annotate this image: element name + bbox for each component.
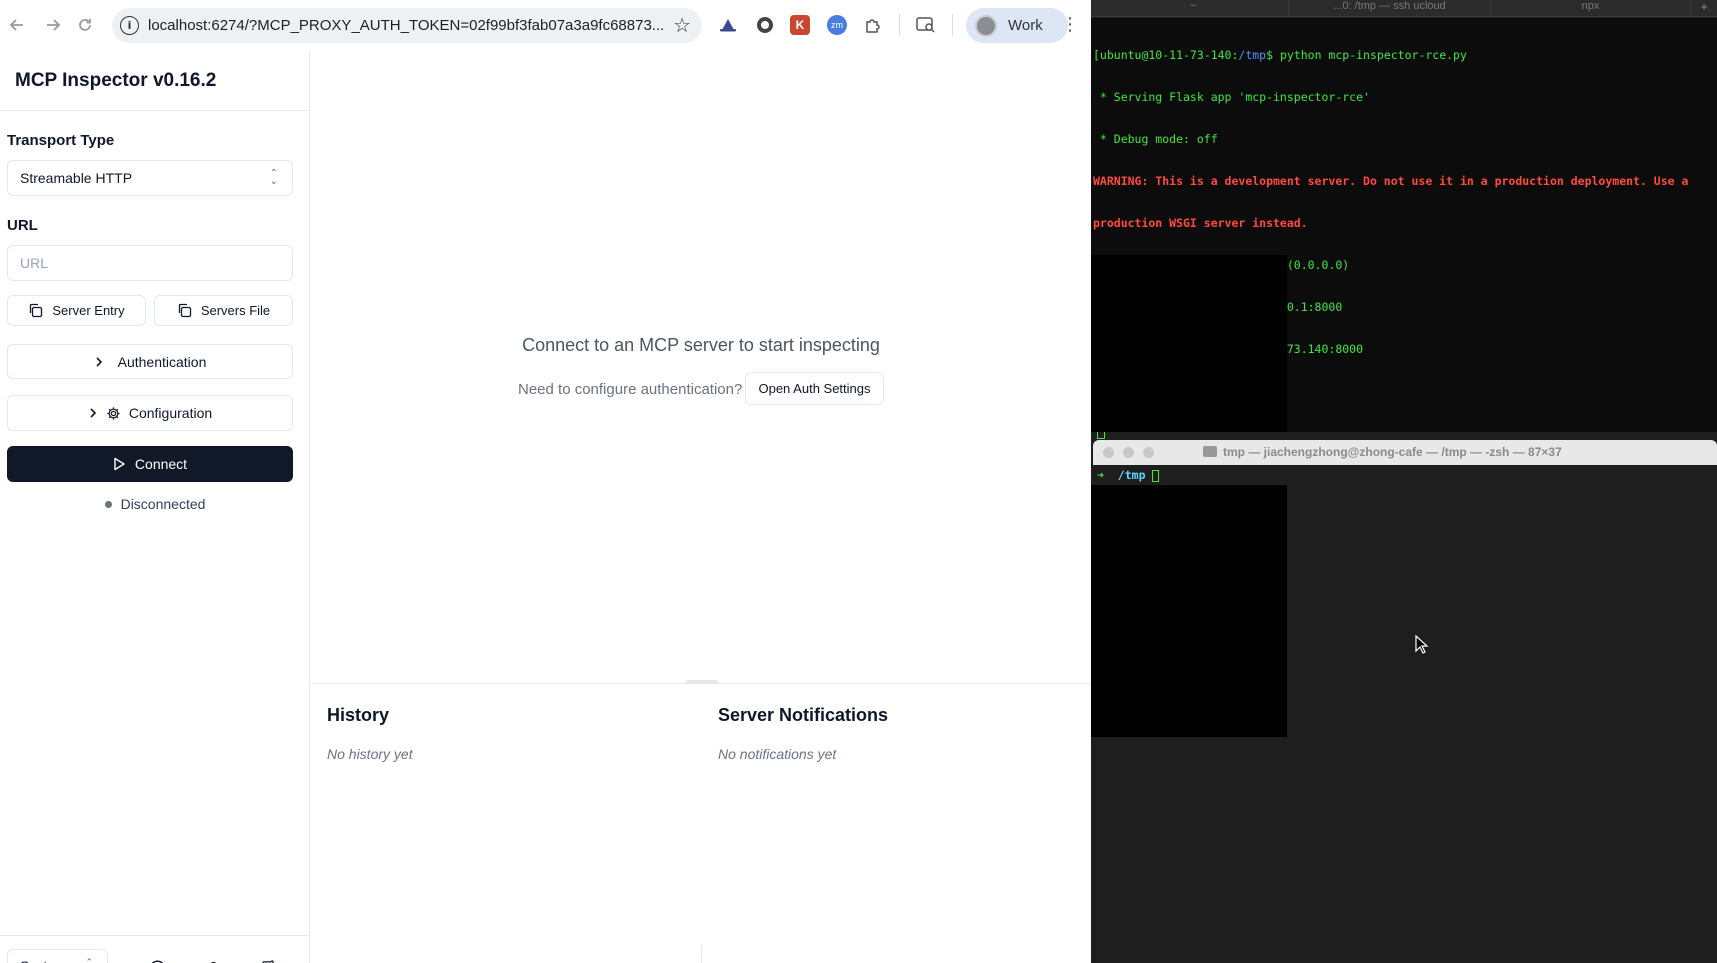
notifications-empty-text: No notifications yet — [718, 746, 837, 762]
auth-prompt-text: Need to configure authentication? — [518, 381, 743, 398]
url-label: URL — [7, 217, 38, 234]
terminal-window-title: tmp — jiachengzhong@zhong-cafe — /tmp — … — [1223, 445, 1562, 459]
back-icon[interactable] — [4, 12, 30, 38]
open-auth-settings-label: Open Auth Settings — [758, 381, 871, 396]
terminal-black-region — [1091, 485, 1287, 737]
minimize-window-icon[interactable] — [1123, 447, 1134, 458]
browser-menu-icon[interactable]: ⋮ — [1060, 14, 1080, 35]
terminal-line: * Serving Flask app 'mcp-inspector-rce' — [1093, 90, 1370, 104]
server-entry-label: Server Entry — [52, 303, 125, 318]
chevron-right-icon — [88, 407, 98, 419]
url-placeholder: URL — [20, 255, 49, 271]
k-extension-icon[interactable]: K — [790, 15, 810, 35]
profile-chip[interactable]: Work — [966, 8, 1068, 43]
terminal-black-region — [1091, 255, 1287, 432]
address-text[interactable]: localhost:6274/?MCP_PROXY_AUTH_TOKEN=02f… — [148, 17, 664, 34]
terminal-line: * Debug mode: off — [1093, 132, 1218, 146]
servers-file-label: Servers File — [200, 303, 271, 318]
connect-button[interactable]: Connect — [7, 446, 293, 482]
sidebar: MCP Inspector v0.16.2 Transport Type Str… — [0, 51, 310, 963]
terminal-tab[interactable]: ...0: /tmp — ssh ucloud — [1289, 0, 1491, 17]
terminal-command-line: [ubuntu@10-11-73-140:/tmp$ python mcp-in… — [1093, 48, 1713, 62]
servers-file-button[interactable]: Servers File — [154, 295, 293, 326]
maximize-window-icon[interactable] — [1143, 447, 1154, 458]
history-empty-text: No history yet — [327, 746, 413, 762]
transport-type-label: Transport Type — [7, 132, 115, 149]
terminal-area: ~ ...0: /tmp — ssh ucloud npx + [ubuntu@… — [1091, 0, 1717, 963]
help-circle-icon[interactable] — [147, 958, 167, 963]
resize-handle[interactable] — [686, 680, 718, 684]
toolbar-divider — [899, 14, 900, 36]
configuration-toggle[interactable]: Configuration — [7, 395, 293, 431]
history-title: History — [327, 705, 390, 725]
bookmark-star-icon[interactable]: ☆ — [673, 13, 691, 37]
main-panel: Connect to an MCP server to start inspec… — [311, 51, 1091, 963]
terminal-tab-bar: ~ ...0: /tmp — ssh ucloud npx + — [1091, 0, 1717, 17]
configuration-label: Configuration — [128, 405, 213, 421]
chevron-updown-icon: ⌃⌄ — [85, 958, 93, 963]
forward-icon[interactable] — [40, 12, 66, 38]
connection-status: Disconnected — [0, 496, 310, 512]
gear-icon — [106, 406, 121, 421]
new-tab-button[interactable]: + — [1694, 0, 1714, 17]
tab-search-icon[interactable] — [916, 15, 936, 35]
authentication-toggle[interactable]: Authentication — [7, 344, 293, 379]
copy-icon — [28, 303, 43, 318]
address-bar[interactable]: i localhost:6274/?MCP_PROXY_AUTH_TOKEN=0… — [112, 8, 702, 43]
prompt-dir: /tmp — [1238, 48, 1267, 62]
chevron-updown-icon: ⌃⌄ — [269, 168, 278, 187]
zsh-arrow: ➜ — [1097, 468, 1104, 482]
reload-icon[interactable] — [72, 12, 98, 38]
connect-label: Connect — [134, 456, 188, 472]
browser-window: i localhost:6274/?MCP_PROXY_AUTH_TOKEN=0… — [0, 0, 1091, 963]
prompt-user: [ubuntu@10-11-73-140: — [1093, 48, 1239, 62]
profile-label: Work — [1008, 17, 1043, 34]
notifications-title: Server Notifications — [718, 705, 889, 725]
close-window-icon[interactable] — [1103, 447, 1114, 458]
zoom-extension-icon[interactable]: zm — [827, 15, 847, 35]
toolbar-divider — [952, 14, 953, 36]
terminal-command: python mcp-inspector-rce.py — [1279, 48, 1467, 62]
wizard-hat-extension-icon[interactable] — [718, 15, 738, 35]
terminal-warning-line: WARNING: This is a development server. D… — [1093, 174, 1689, 188]
zsh-dir: /tmp — [1117, 468, 1146, 482]
prompt-end: $ — [1266, 48, 1280, 62]
transport-type-value: Streamable HTTP — [20, 170, 133, 186]
terminal-window-ssh[interactable]: [ubuntu@10-11-73-140:/tmp$ python mcp-in… — [1091, 18, 1717, 439]
status-text: Disconnected — [120, 496, 206, 512]
play-icon — [113, 457, 125, 471]
mouse-pointer-icon — [1415, 634, 1429, 660]
browser-toolbar: i localhost:6274/?MCP_PROXY_AUTH_TOKEN=0… — [0, 0, 1091, 51]
empty-state-title: Connect to an MCP server to start inspec… — [522, 335, 880, 355]
open-auth-settings-button[interactable]: Open Auth Settings — [745, 372, 884, 405]
url-input[interactable]: URL — [7, 245, 293, 281]
server-entry-button[interactable]: Server Entry — [7, 295, 146, 326]
terminal-tab[interactable]: ~ — [1098, 0, 1289, 17]
terminal-cursor — [1152, 469, 1160, 482]
extensions-puzzle-icon[interactable] — [863, 15, 883, 35]
terminal-window-titlebar: tmp — jiachengzhong@zhong-cafe — /tmp — … — [1093, 440, 1717, 465]
theme-value: System — [20, 958, 67, 963]
folder-icon — [1203, 446, 1217, 457]
theme-select[interactable]: System ⌃⌄ — [7, 949, 108, 963]
profile-avatar — [975, 14, 997, 37]
site-info-icon[interactable]: i — [120, 16, 139, 35]
authentication-label: Authentication — [117, 353, 207, 370]
copy-icon — [177, 303, 192, 318]
terminal-warning-line: production WSGI server instead. — [1093, 216, 1308, 230]
bug-icon[interactable] — [203, 958, 223, 963]
sidebar-footer-divider — [0, 935, 310, 936]
zsh-prompt: ➜ /tmp — [1097, 468, 1160, 482]
record-extension-icon[interactable] — [755, 15, 775, 35]
status-dot — [104, 500, 112, 508]
app-title: MCP Inspector v0.16.2 — [0, 51, 309, 111]
terminal-tab[interactable]: npx — [1491, 0, 1691, 17]
github-icon[interactable] — [258, 958, 278, 963]
chevron-right-icon — [94, 356, 104, 368]
panel-splitter — [701, 946, 702, 963]
terminal-window-zsh[interactable]: ➜ /tmp — [1091, 465, 1717, 963]
transport-type-select[interactable]: Streamable HTTP ⌃ ⌄ — [7, 160, 293, 196]
